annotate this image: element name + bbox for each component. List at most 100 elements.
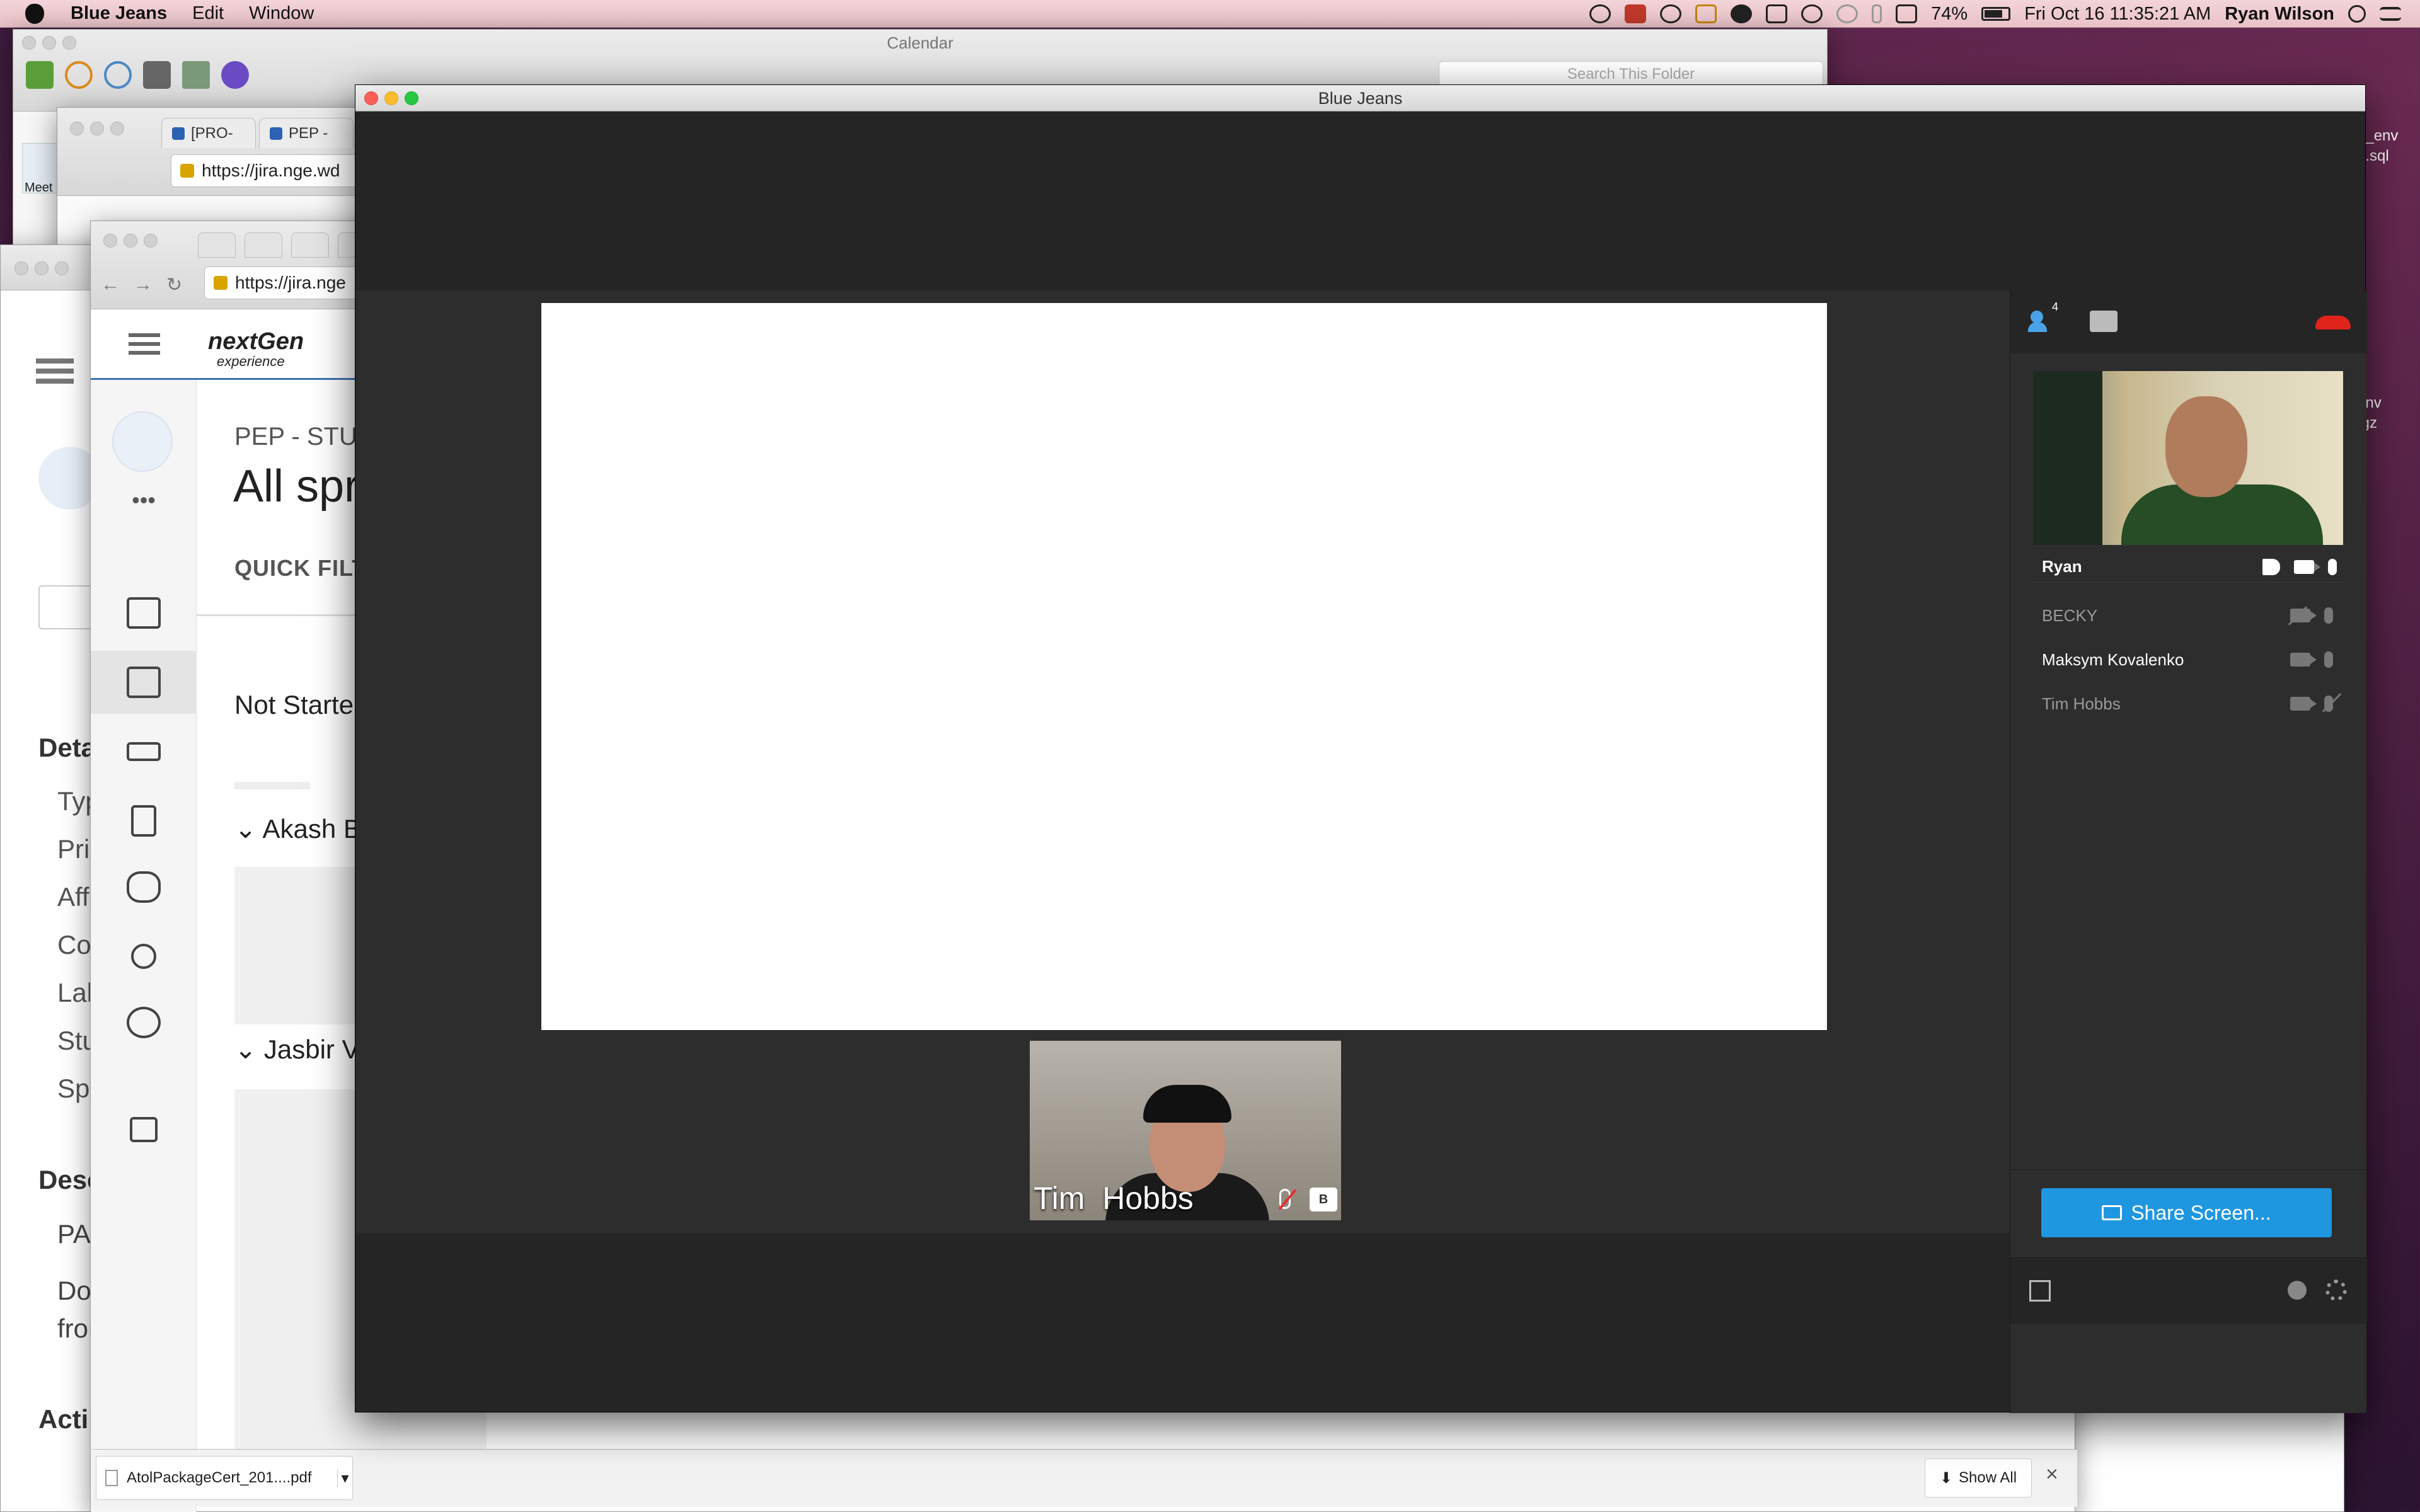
help-icon[interactable] bbox=[221, 61, 249, 89]
layout-toggle-icon[interactable] bbox=[2029, 1280, 2051, 1302]
browser-tab[interactable]: [PRO- bbox=[161, 118, 256, 148]
pinned-tab[interactable] bbox=[291, 232, 329, 258]
lock-icon bbox=[214, 276, 228, 290]
lock-icon bbox=[180, 164, 194, 178]
close-download-bar-icon[interactable]: × bbox=[2046, 1462, 2058, 1487]
camera-icon bbox=[2290, 653, 2317, 667]
swimlane-header[interactable]: ⌄ Jasbir V bbox=[234, 1034, 360, 1065]
hangup-icon[interactable] bbox=[2315, 316, 2351, 329]
speaker-icon[interactable] bbox=[2262, 558, 2280, 575]
menu-edit[interactable]: Edit bbox=[192, 3, 224, 24]
details-heading: Deta bbox=[38, 733, 96, 762]
show-all-button[interactable]: ⬇ Show All bbox=[1925, 1458, 2032, 1498]
reload-button[interactable]: ↻ bbox=[166, 274, 182, 296]
volume-icon[interactable] bbox=[1896, 4, 1918, 23]
chrome-status-icon[interactable] bbox=[1660, 4, 1682, 23]
right-panel: 4 Ryan BECKY Maksym Kovalenko Tim Hobbs bbox=[2010, 290, 2367, 1413]
self-name: Ryan bbox=[2042, 557, 2082, 576]
microphone-icon bbox=[2324, 607, 2333, 624]
pinned-tab[interactable] bbox=[245, 232, 282, 258]
project-avatar-icon[interactable] bbox=[112, 411, 173, 472]
column-header: Not Starte bbox=[234, 690, 354, 719]
swimlane-header[interactable]: ⌄ Akash B bbox=[234, 813, 361, 844]
sync-icon[interactable] bbox=[1836, 4, 1858, 23]
hamburger-icon[interactable] bbox=[36, 358, 74, 364]
more-icon[interactable]: ••• bbox=[91, 487, 197, 513]
chat-tab-icon[interactable] bbox=[2090, 311, 2118, 332]
active-sprints-icon[interactable] bbox=[91, 651, 197, 714]
activity-heading: Acti bbox=[38, 1404, 89, 1434]
jira-favicon-icon bbox=[172, 127, 185, 140]
share-screen-icon bbox=[2102, 1205, 2123, 1220]
page-title: All spr bbox=[233, 461, 360, 512]
releases-icon[interactable] bbox=[91, 720, 197, 783]
camera-icon[interactable] bbox=[2294, 559, 2320, 574]
categories-icon[interactable] bbox=[182, 61, 210, 89]
feedback-megaphone-icon[interactable] bbox=[91, 1098, 197, 1161]
microphone-icon bbox=[2324, 651, 2333, 668]
components-icon[interactable] bbox=[91, 856, 197, 919]
notification-bell-icon[interactable] bbox=[1731, 4, 1753, 23]
nextgen-logo[interactable]: nextGen bbox=[208, 328, 304, 355]
back-button[interactable]: ← bbox=[101, 274, 120, 296]
zoom-window-button[interactable] bbox=[405, 91, 418, 105]
menu-bar: Blue Jeans Edit Window 74% Fri Oct 16 11… bbox=[0, 0, 2420, 28]
hamburger-icon[interactable] bbox=[129, 333, 160, 337]
bluetooth-icon[interactable] bbox=[1872, 4, 1882, 23]
time-machine-icon[interactable] bbox=[1589, 4, 1611, 23]
self-video bbox=[2033, 371, 2343, 545]
menu-window[interactable]: Window bbox=[249, 3, 314, 24]
browser-tab[interactable]: PEP - bbox=[259, 118, 354, 148]
calendar-search-input[interactable]: Search This Folder bbox=[1439, 61, 1823, 86]
participant-row[interactable]: Tim Hobbs bbox=[2033, 685, 2343, 723]
share-screen-button[interactable]: Share Screen... bbox=[2041, 1188, 2332, 1237]
apple-menu-icon[interactable] bbox=[25, 3, 44, 24]
app-menu[interactable]: Blue Jeans bbox=[71, 3, 167, 24]
clock[interactable]: Fri Oct 16 11:35:21 AM bbox=[2024, 4, 2211, 25]
download-item[interactable]: AtolPackageCert_201....pdf ▾ bbox=[96, 1456, 353, 1500]
breadcrumb[interactable]: PEP - STU bbox=[234, 423, 357, 451]
user-menu[interactable]: Ryan Wilson bbox=[2225, 4, 2334, 25]
download-filename: AtolPackageCert_201....pdf bbox=[127, 1469, 312, 1486]
pinned-tab[interactable] bbox=[198, 232, 236, 258]
participant-row[interactable]: Maksym Kovalenko bbox=[2033, 641, 2343, 679]
participant-thumbnail[interactable]: Tim Hobbs B bbox=[1030, 1041, 1341, 1220]
issue-details: Deta bbox=[38, 724, 96, 772]
wifi-icon[interactable] bbox=[1801, 4, 1823, 23]
app-status-icon[interactable] bbox=[1625, 4, 1647, 23]
panel-toolbar: 4 bbox=[2010, 290, 2367, 353]
settings-gear-icon[interactable] bbox=[2325, 1280, 2347, 1301]
reports-icon[interactable] bbox=[91, 789, 197, 852]
muted-mic-icon bbox=[1279, 1189, 1291, 1209]
redo-icon[interactable] bbox=[104, 61, 132, 89]
backlog-icon[interactable] bbox=[91, 581, 197, 644]
participants-tab[interactable]: 4 bbox=[2028, 301, 2058, 335]
close-window-button[interactable] bbox=[364, 91, 378, 105]
download-bar: AtolPackageCert_201....pdf ▾ ⬇ Show All × bbox=[92, 1449, 2077, 1507]
airplay-icon[interactable] bbox=[1766, 4, 1788, 23]
download-menu-chevron-icon[interactable]: ▾ bbox=[337, 1469, 352, 1487]
participant-row[interactable]: BECKY bbox=[2033, 597, 2343, 634]
shared-content-view bbox=[541, 303, 1827, 1030]
undo-icon[interactable] bbox=[65, 61, 93, 89]
notification-center-icon[interactable] bbox=[2380, 7, 2401, 21]
pdf-file-icon bbox=[105, 1470, 118, 1486]
meeting-label: Meet bbox=[25, 181, 53, 195]
quick-filters-label: QUICK FILT bbox=[234, 555, 367, 581]
spotlight-search-icon[interactable] bbox=[2348, 5, 2366, 23]
chat-badge-icon: B bbox=[1310, 1188, 1337, 1211]
jira-favicon-icon bbox=[270, 127, 282, 140]
vpn-icon[interactable] bbox=[1695, 4, 1717, 23]
participant-name: BECKY bbox=[2042, 605, 2098, 625]
microphone-icon[interactable] bbox=[2328, 558, 2337, 575]
jira-sidebar: ••• » bbox=[91, 380, 197, 1512]
minimize-window-button[interactable] bbox=[384, 91, 398, 105]
issues-icon[interactable] bbox=[91, 925, 197, 988]
battery-icon[interactable] bbox=[1981, 7, 2011, 21]
print-icon[interactable] bbox=[143, 61, 171, 89]
participant-name: Maksym Kovalenko bbox=[2042, 650, 2184, 669]
new-appointment-icon[interactable] bbox=[26, 61, 54, 89]
forward-button[interactable]: → bbox=[134, 274, 153, 296]
add-participant-icon[interactable] bbox=[2288, 1281, 2307, 1300]
settings-icon[interactable] bbox=[91, 991, 197, 1054]
